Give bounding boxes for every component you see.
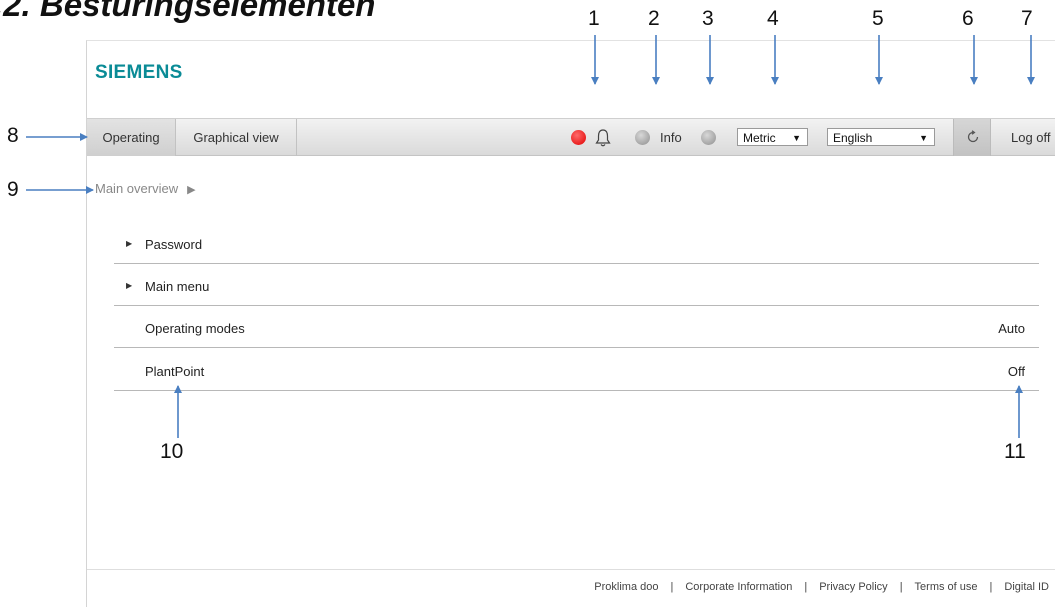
- callout-arrows: [26, 35, 1035, 438]
